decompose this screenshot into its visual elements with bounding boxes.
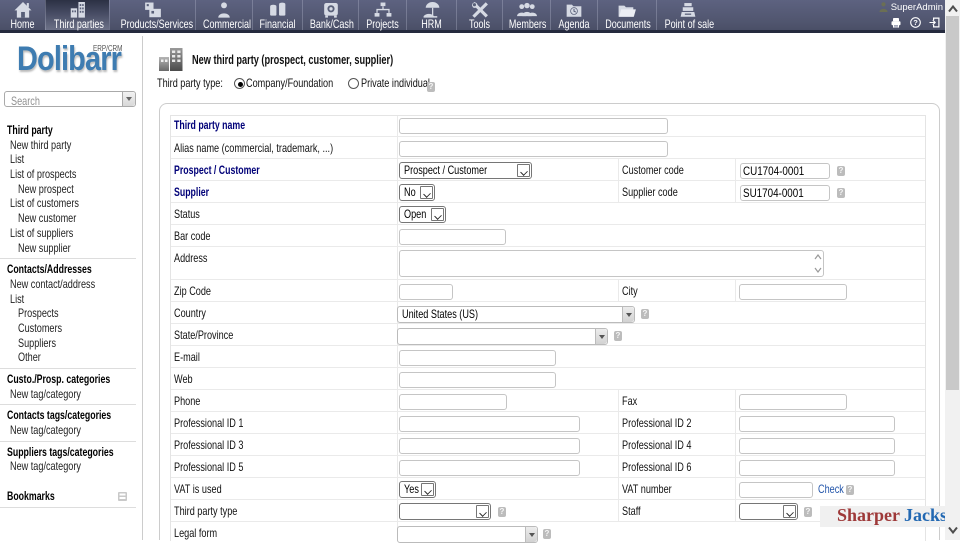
svg-text:?: ? (913, 18, 918, 27)
